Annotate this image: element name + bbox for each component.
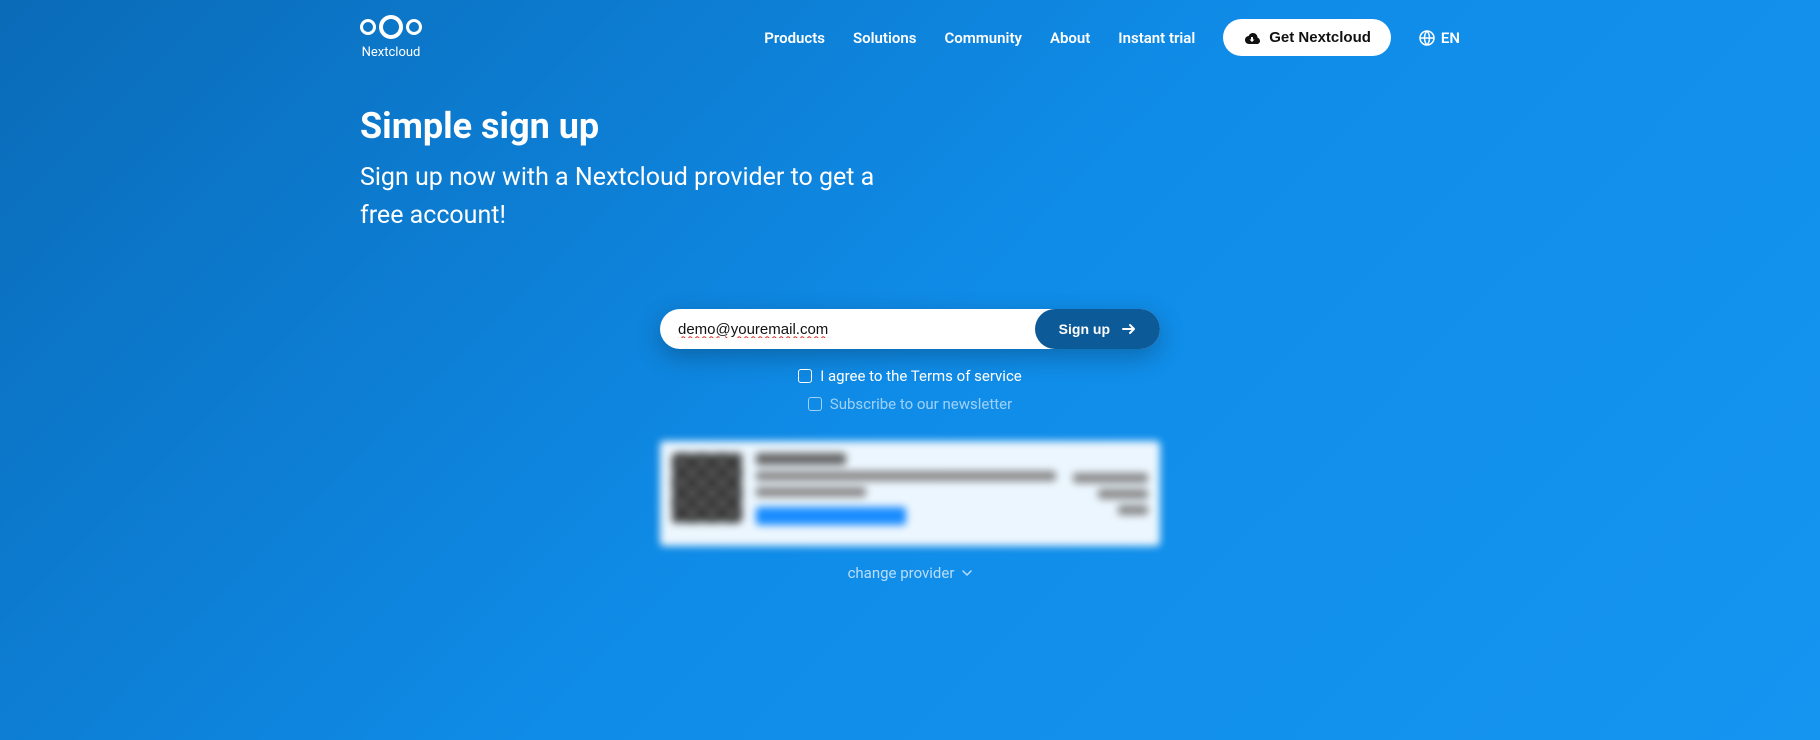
terms-checkbox[interactable] (798, 369, 812, 383)
page-title: Simple sign up (360, 105, 1460, 147)
logo-circles-icon (360, 15, 422, 39)
language-selector[interactable]: EN (1419, 29, 1460, 47)
provider-info (756, 453, 1059, 534)
globe-icon (1419, 30, 1435, 46)
nav-products[interactable]: Products (764, 29, 825, 47)
terms-checkbox-row: I agree to the Terms of service (798, 367, 1022, 385)
terms-label[interactable]: I agree to the Terms of service (820, 367, 1022, 385)
change-provider-link[interactable]: change provider (848, 564, 973, 582)
brand-logo[interactable]: Nextcloud (360, 15, 422, 60)
get-nextcloud-button[interactable]: Get Nextcloud (1223, 19, 1391, 56)
signup-form: Sign up (660, 309, 1160, 349)
provider-thumbnail (672, 453, 742, 523)
nav-instant-trial[interactable]: Instant trial (1118, 29, 1195, 47)
nav-community[interactable]: Community (944, 29, 1022, 47)
signup-button[interactable]: Sign up (1035, 309, 1160, 349)
top-nav: Products Solutions Community About Insta… (764, 19, 1460, 56)
arrow-right-icon (1122, 323, 1136, 335)
newsletter-label[interactable]: Subscribe to our newsletter (830, 395, 1012, 413)
page-subtitle: Sign up now with a Nextcloud provider to… (360, 159, 900, 234)
get-button-label: Get Nextcloud (1269, 29, 1371, 46)
newsletter-checkbox-row: Subscribe to our newsletter (808, 395, 1012, 413)
change-provider-label: change provider (848, 564, 955, 582)
provider-meta (1073, 453, 1148, 534)
nav-solutions[interactable]: Solutions (853, 29, 916, 47)
language-label: EN (1441, 29, 1460, 47)
provider-card[interactable] (660, 441, 1160, 546)
nav-about[interactable]: About (1050, 29, 1090, 47)
signup-button-label: Sign up (1059, 321, 1110, 337)
email-input[interactable] (660, 309, 1035, 349)
newsletter-checkbox[interactable] (808, 397, 822, 411)
chevron-down-icon (962, 570, 972, 576)
brand-name: Nextcloud (362, 45, 421, 60)
cloud-download-icon (1243, 31, 1261, 45)
